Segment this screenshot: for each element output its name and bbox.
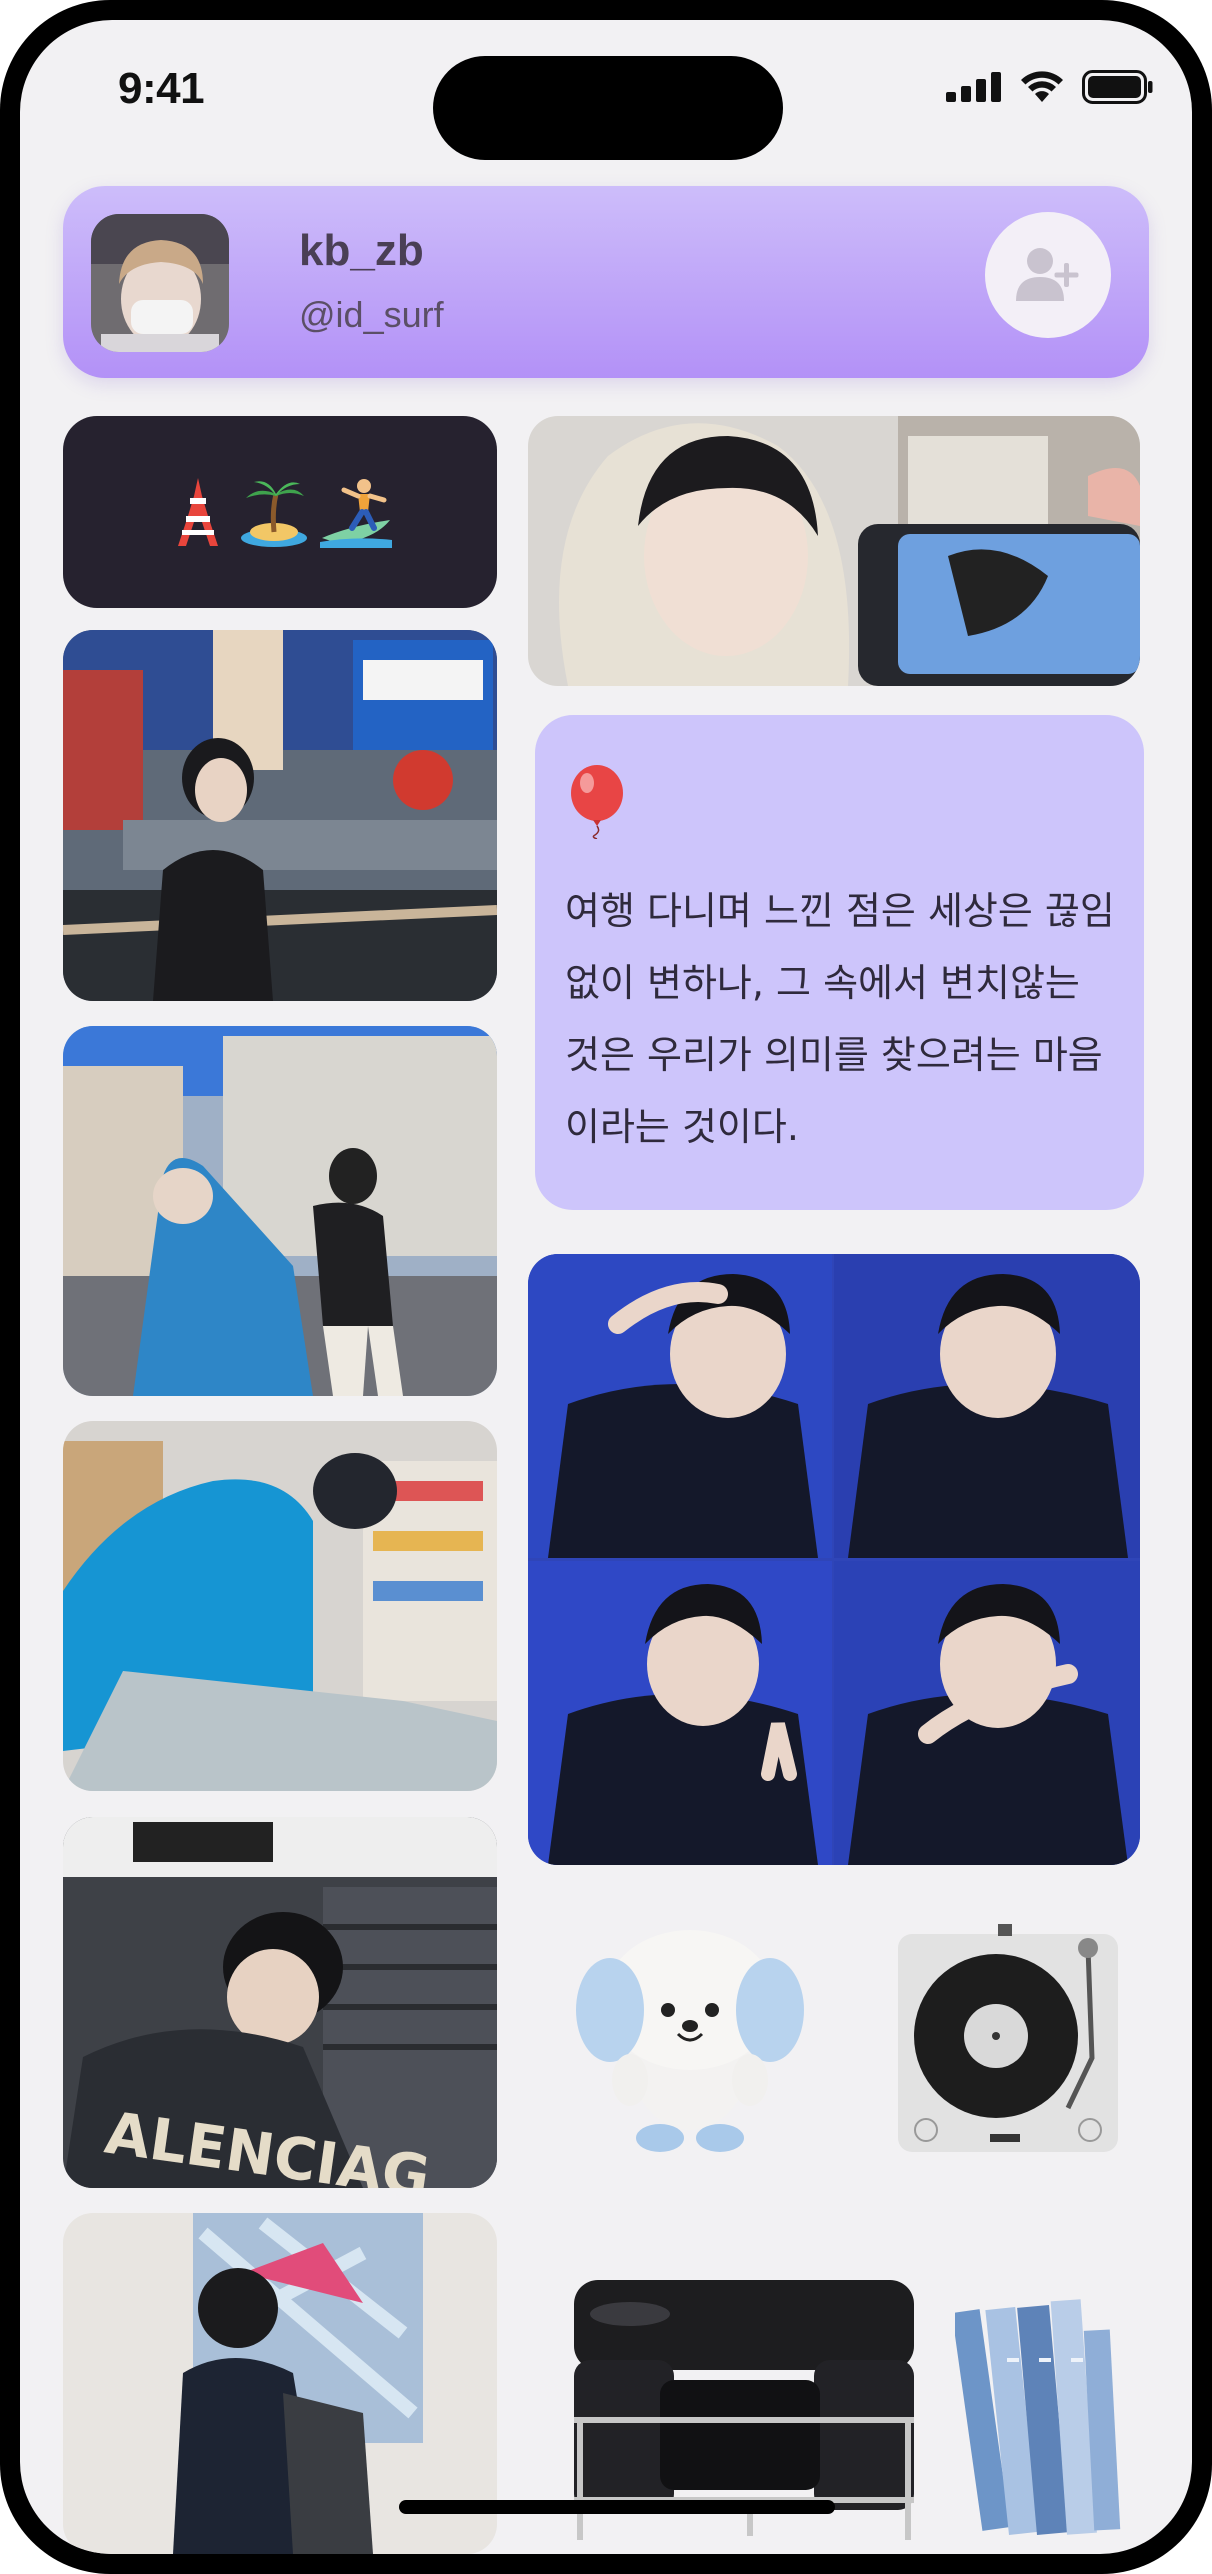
tokyo-tower-icon [178,478,218,546]
desert-island-icon [241,481,307,547]
plush-toy-sticker[interactable] [560,1900,820,2160]
surfer-icon [320,479,392,548]
status-icons [946,70,1154,104]
balloon-icon [571,765,623,839]
photo-hoodie-street[interactable] [63,1026,497,1396]
photo-convenience-store[interactable] [63,1421,497,1791]
follow-button[interactable] [985,212,1111,338]
turntable-sticker[interactable] [878,1908,1118,2156]
emoji-tile[interactable] [63,416,497,608]
dynamic-island [433,56,783,160]
add-person-icon [1016,248,1079,301]
photo-booth-strip[interactable] [528,1254,1140,1865]
screen: 9:41 kb_zb @id_surf ALENCIAG 여행 다니며 느낀 점… [20,20,1192,2554]
profile-handle: @id_surf [299,294,444,335]
quote-text: 여행 다니며 느낀 점은 세상은 끊임없이 변하나, 그 속에서 변치않는 것은… [565,889,1115,1149]
cellular-signal-icon [946,72,1001,102]
home-indicator[interactable] [399,2500,835,2514]
profile-name: kb_zb [299,226,424,275]
device-frame: 9:41 kb_zb @id_surf ALENCIAG 여행 다니며 느낀 점… [0,0,1212,2574]
photo-escalator[interactable]: ALENCIAG [63,1817,497,2188]
avatar[interactable] [91,214,229,352]
books-sticker[interactable] [955,2290,1155,2554]
quote-card[interactable]: 여행 다니며 느낀 점은 세상은 끊임없이 변하나, 그 속에서 변치않는 것은… [535,715,1144,1210]
wifi-icon [1021,71,1063,102]
status-time: 9:41 [118,64,205,113]
photo-osaka-street[interactable] [63,630,497,1001]
photo-hoodie-selfie[interactable] [528,416,1140,686]
battery-icon [1082,70,1153,104]
profile-card[interactable]: kb_zb @id_surf [63,186,1149,378]
